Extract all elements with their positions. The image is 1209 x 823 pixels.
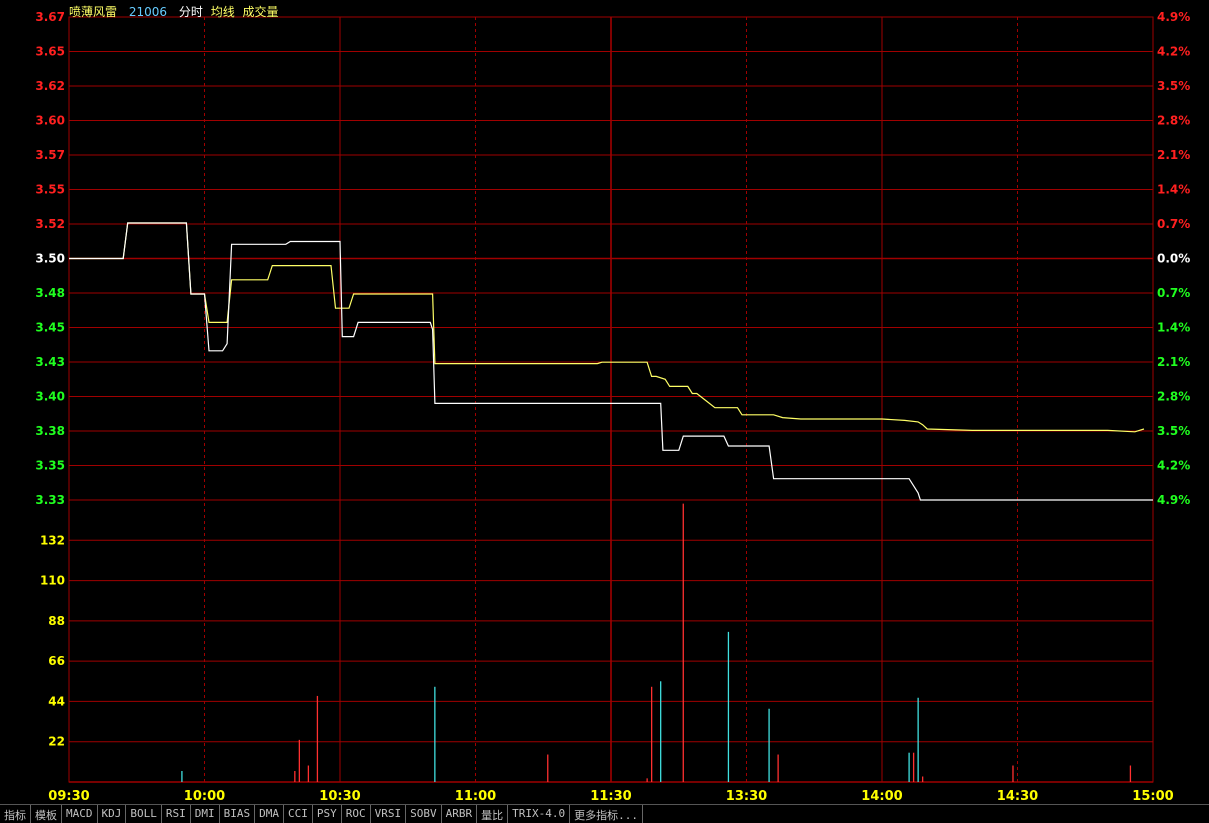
percent-tick-label: 4.2% [1157, 459, 1190, 473]
percent-tick-label: 2.8% [1157, 390, 1190, 404]
indicator-tab[interactable]: TRIX-4.0 [508, 805, 571, 823]
indicator-tab[interactable]: 模板 [31, 805, 62, 823]
percent-tick-label: 1.4% [1157, 321, 1190, 335]
volume-tick-label: 110 [40, 574, 65, 588]
price-tick-label: 3.62 [35, 79, 65, 93]
percent-tick-label: 1.4% [1157, 183, 1190, 197]
time-tick-label: 10:00 [184, 789, 225, 804]
chart-header: 喷薄风雷 21006 分时 均线 成交量 [69, 3, 287, 20]
percent-tick-label: 0.0% [1157, 252, 1190, 266]
indicator-tab[interactable]: DMA [255, 805, 284, 823]
price-tick-label: 3.65 [35, 45, 65, 59]
indicator-tab[interactable]: CCI [284, 805, 313, 823]
volume-tick-label: 66 [48, 654, 65, 668]
indicator-tab[interactable]: 指标 [0, 805, 31, 823]
percent-tick-label: 2.1% [1157, 148, 1190, 162]
indicator-tab[interactable]: PSY [313, 805, 342, 823]
time-tick-label: 11:00 [455, 789, 496, 804]
percent-tick-label: 4.2% [1157, 45, 1190, 59]
price-tick-label: 3.45 [35, 321, 65, 335]
price-tick-label: 3.40 [35, 390, 65, 404]
chart-canvas: 3.67 4.9% 3.65 4.2% 3.62 3.5% 3.60 2.8% 3.57 2.1%… [35, 10, 1190, 804]
price-tick-label: 3.57 [35, 148, 65, 162]
percent-tick-label: 4.9% [1157, 10, 1190, 24]
percent-tick-label: 0.7% [1157, 217, 1190, 231]
stock-name: 喷薄风雷 [69, 5, 118, 19]
time-tick-label: 13:30 [726, 789, 767, 804]
header-label-avg: 均线 [210, 5, 235, 19]
indicator-tab[interactable]: MACD [62, 805, 98, 823]
header-label-volume: 成交量 [242, 5, 279, 19]
indicator-tab[interactable]: 更多指标... [570, 805, 643, 823]
volume-tick-label: 22 [48, 735, 65, 749]
price-tick-label: 3.43 [35, 355, 65, 369]
stock-code: 21006 [128, 5, 168, 19]
price-tick-label: 3.67 [35, 10, 65, 24]
time-tick-label: 14:30 [997, 789, 1038, 804]
indicator-tab[interactable]: VRSI [371, 805, 407, 823]
price-tick-label: 3.60 [35, 114, 65, 128]
percent-tick-label: 2.1% [1157, 355, 1190, 369]
volume-tick-label: 88 [48, 614, 65, 628]
indicator-tab[interactable]: SOBV [406, 805, 442, 823]
price-tick-label: 3.50 [35, 252, 65, 266]
price-tick-label: 3.52 [35, 217, 65, 231]
indicator-tab[interactable]: RSI [162, 805, 191, 823]
percent-tick-label: 3.5% [1157, 424, 1190, 438]
indicator-toolbar: 指标 模板 MACD KDJ BOLL RSI DMI BIAS DMA CCI PSY ROC VRS… [0, 804, 1209, 823]
indicator-tab[interactable]: DMI [191, 805, 220, 823]
volume-tick-label: 44 [48, 694, 65, 708]
indicator-tab[interactable]: BOLL [126, 805, 162, 823]
time-tick-label: 10:30 [319, 789, 360, 804]
price-tick-label: 3.38 [35, 424, 65, 438]
header-label-minute: 分时 [178, 5, 203, 19]
price-tick-label: 3.35 [35, 459, 65, 473]
indicator-tab[interactable]: ROC [342, 805, 371, 823]
time-tick-label: 09:30 [48, 789, 89, 804]
percent-tick-label: 3.5% [1157, 79, 1190, 93]
price-tick-label: 3.33 [35, 493, 65, 507]
indicator-tab[interactable]: ARBR [442, 805, 478, 823]
percent-tick-label: 0.7% [1157, 286, 1190, 300]
volume-tick-label: 132 [40, 533, 65, 547]
price-tick-label: 3.55 [35, 183, 65, 197]
time-tick-label: 14:00 [861, 789, 902, 804]
time-tick-label: 11:30 [590, 789, 631, 804]
indicator-tab[interactable]: BIAS [220, 805, 256, 823]
price-tick-label: 3.48 [35, 286, 65, 300]
indicator-tab[interactable]: 量比 [477, 805, 509, 823]
percent-tick-label: 4.9% [1157, 493, 1190, 507]
time-tick-label: 15:00 [1132, 789, 1173, 804]
indicator-tab[interactable]: KDJ [98, 805, 127, 823]
percent-tick-label: 2.8% [1157, 114, 1190, 128]
